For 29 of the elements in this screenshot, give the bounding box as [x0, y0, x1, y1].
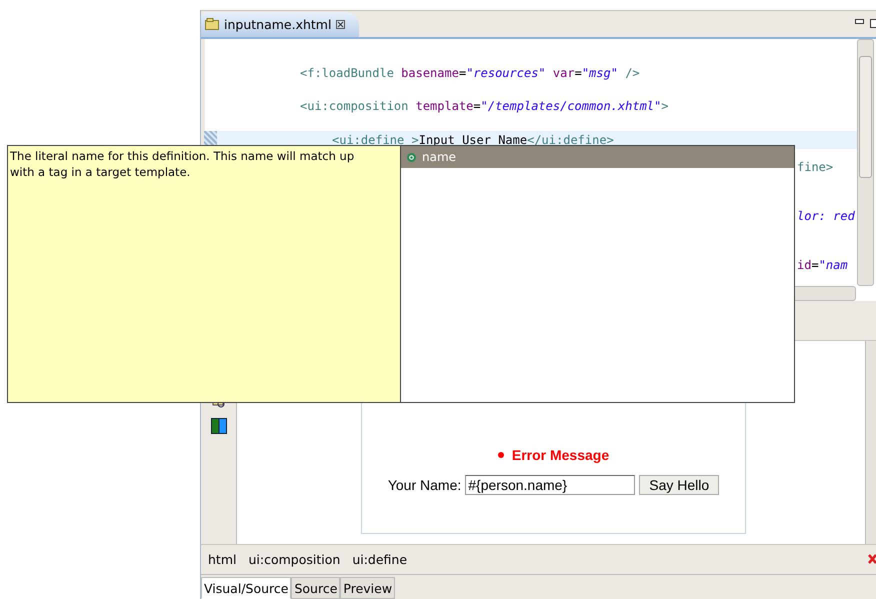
vertical-scrollbar[interactable] [857, 38, 874, 286]
editor-tab-title: inputname.xhtml [224, 16, 332, 32]
bullet-icon [498, 452, 504, 458]
close-icon[interactable] [336, 20, 346, 29]
maximize-icon[interactable] [870, 19, 876, 28]
vertical-scrollbar[interactable] [865, 341, 876, 544]
code-line: id="nam [797, 258, 848, 272]
name-field[interactable]: #{person.name} [465, 474, 636, 495]
description-tooltip: The literal name for this definition. This name will match up with a tag in a target template. [8, 146, 401, 402]
error-message: Error Message [512, 446, 610, 463]
say-hello-button[interactable]: Say Hello [639, 474, 720, 495]
proposal-label: name [422, 150, 456, 164]
view-tab[interactable]: Source [291, 577, 340, 599]
breadcrumb-item[interactable]: ui:composition [248, 552, 340, 567]
code-line: <f:loadBundle basename="resources" var="msg" /> [300, 66, 640, 80]
minimize-icon[interactable] [855, 19, 864, 24]
code-line: fine> [797, 160, 834, 174]
code-line: <ui:define >Input User Name</ui:define> [332, 132, 614, 147]
proposal-item[interactable]: name [401, 146, 794, 168]
view-tab[interactable]: Visual/Source [201, 577, 292, 599]
code-line: lor: red [797, 208, 855, 223]
split-view-icon[interactable] [210, 418, 226, 434]
breadcrumb-item[interactable]: html [208, 552, 236, 567]
code-line: <ui:composition template="/templates/common.xhtml"> [300, 99, 668, 114]
field-label: Your Name: [388, 476, 462, 493]
attribute-icon [407, 152, 416, 162]
view-tab[interactable]: Preview [340, 577, 396, 599]
breadcrumb-item[interactable]: ui:define [352, 552, 408, 567]
editor-tab[interactable]: inputname.xhtml [201, 12, 360, 37]
